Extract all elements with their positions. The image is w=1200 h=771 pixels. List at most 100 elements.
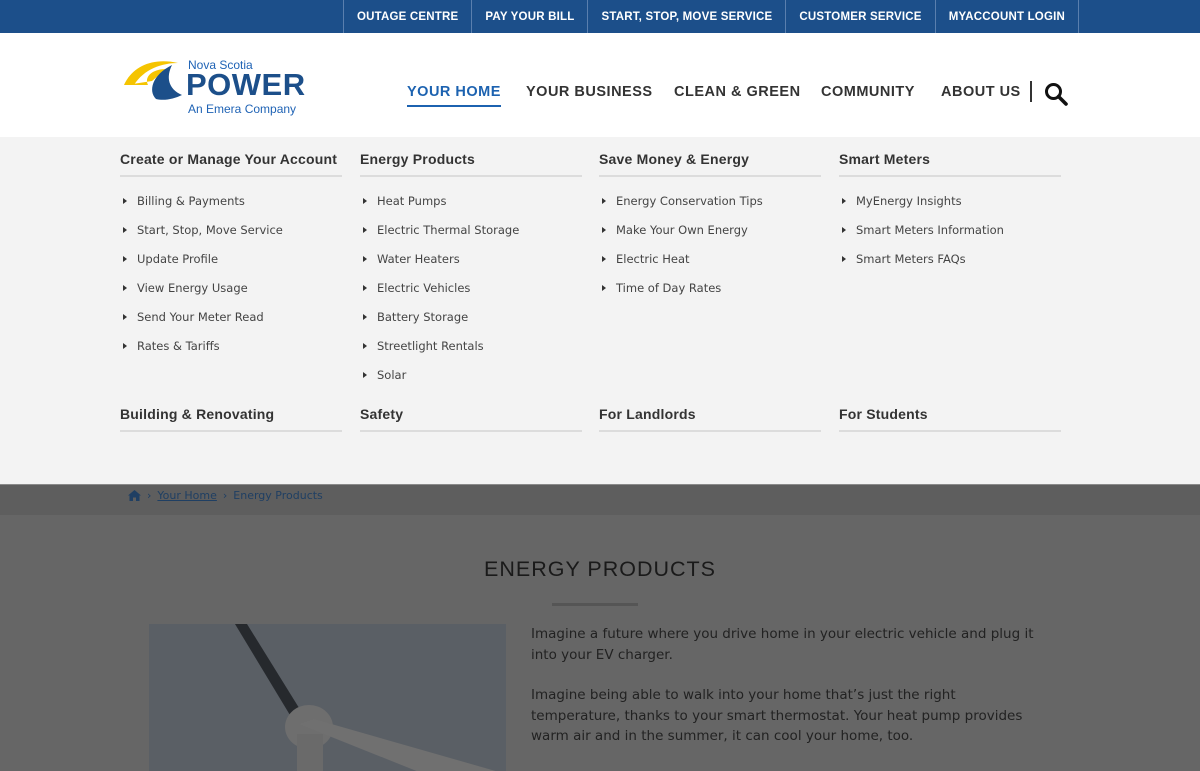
menu-link[interactable]: Start, Stop, Move Service bbox=[137, 223, 283, 237]
menu-heading-save-money[interactable]: Save Money & Energy bbox=[599, 137, 821, 177]
caret-right-icon bbox=[363, 371, 367, 378]
menu-list-save-money: Energy Conservation Tips Make Your Own E… bbox=[599, 177, 821, 303]
caret-right-icon bbox=[602, 285, 606, 292]
caret-right-icon bbox=[123, 256, 127, 263]
utility-item-myaccount-login: MYACCOUNT LOGIN bbox=[934, 0, 1079, 33]
menu-link[interactable]: Energy Conservation Tips bbox=[616, 194, 763, 208]
menu-list-energy-products: Heat Pumps Electric Thermal Storage Wate… bbox=[360, 177, 582, 389]
menu-link[interactable]: Send Your Meter Read bbox=[137, 310, 264, 324]
caret-right-icon bbox=[363, 314, 367, 320]
menu-item[interactable]: Make Your Own Energy bbox=[599, 216, 821, 245]
menu-item[interactable]: Rates & Tariffs bbox=[120, 331, 342, 360]
menu-link[interactable]: Rates & Tariffs bbox=[137, 339, 220, 353]
caret-right-icon bbox=[363, 256, 367, 263]
start-stop-move-service-link[interactable]: START, STOP, MOVE SERVICE bbox=[601, 11, 772, 23]
menu-column-students: For Students bbox=[839, 392, 1061, 432]
menu-link[interactable]: Solar bbox=[377, 368, 406, 382]
menu-item[interactable]: Solar bbox=[360, 360, 582, 389]
menu-item[interactable]: MyEnergy Insights bbox=[839, 187, 1061, 216]
myaccount-login-link[interactable]: MYACCOUNT LOGIN bbox=[949, 11, 1065, 23]
caret-right-icon bbox=[602, 256, 606, 263]
menu-heading-landlords[interactable]: For Landlords bbox=[599, 392, 821, 432]
menu-link[interactable]: Billing & Payments bbox=[137, 194, 245, 208]
menu-link[interactable]: Smart Meters FAQs bbox=[856, 252, 966, 266]
caret-right-icon bbox=[602, 198, 606, 205]
menu-link[interactable]: Make Your Own Energy bbox=[616, 223, 748, 237]
breadcrumb-your-home[interactable]: Your Home bbox=[157, 489, 216, 502]
menu-link[interactable]: Battery Storage bbox=[377, 310, 468, 324]
menu-link[interactable]: MyEnergy Insights bbox=[856, 194, 962, 208]
pay-your-bill-link[interactable]: PAY YOUR BILL bbox=[485, 11, 574, 23]
caret-right-icon bbox=[842, 256, 846, 263]
menu-item[interactable]: Battery Storage bbox=[360, 303, 582, 332]
intro-paragraph: Imagine a future where you drive home in… bbox=[531, 626, 1034, 663]
caret-right-icon bbox=[363, 342, 367, 349]
menu-link[interactable]: Time of Day Rates bbox=[616, 281, 721, 295]
mega-menu: Create or Manage Your Account Billing & … bbox=[0, 137, 1200, 484]
intro-text: Imagine a future where you drive home in… bbox=[531, 624, 1041, 767]
utility-item-customer-service: CUSTOMER SERVICE bbox=[785, 0, 934, 33]
menu-link[interactable]: Smart Meters Information bbox=[856, 223, 1004, 237]
menu-link[interactable]: Streetlight Rentals bbox=[377, 339, 484, 353]
menu-item[interactable]: Smart Meters FAQs bbox=[839, 245, 1061, 274]
wind-turbine-illustration bbox=[149, 624, 506, 771]
caret-right-icon bbox=[842, 227, 846, 234]
menu-column-smart-meters: Smart Meters MyEnergy Insights Smart Met… bbox=[839, 137, 1061, 274]
menu-item[interactable]: Send Your Meter Read bbox=[120, 303, 342, 332]
wind-turbine-image bbox=[149, 624, 506, 771]
search-icon[interactable] bbox=[1044, 82, 1068, 106]
nav-your-business[interactable]: YOUR BUSINESS bbox=[526, 84, 653, 100]
menu-heading-smart-meters[interactable]: Smart Meters bbox=[839, 137, 1061, 177]
breadcrumb: › Your Home › Energy Products bbox=[128, 489, 323, 502]
caret-right-icon bbox=[123, 227, 127, 234]
menu-list-smart-meters: MyEnergy Insights Smart Meters Informati… bbox=[839, 177, 1061, 274]
menu-item[interactable]: Streetlight Rentals bbox=[360, 331, 582, 360]
nav-clean-green[interactable]: CLEAN & GREEN bbox=[674, 84, 801, 100]
menu-item[interactable]: Update Profile bbox=[120, 245, 342, 274]
menu-link[interactable]: Electric Heat bbox=[616, 252, 690, 266]
menu-heading-energy-products[interactable]: Energy Products bbox=[360, 137, 582, 177]
menu-item[interactable]: Water Heaters bbox=[360, 245, 582, 274]
menu-item[interactable]: Energy Conservation Tips bbox=[599, 187, 821, 216]
menu-heading-building[interactable]: Building & Renovating bbox=[120, 392, 342, 432]
menu-item[interactable]: Electric Heat bbox=[599, 245, 821, 274]
menu-link[interactable]: Electric Thermal Storage bbox=[377, 223, 519, 237]
title-divider bbox=[552, 603, 638, 606]
chevron-right-icon: › bbox=[222, 489, 228, 502]
caret-right-icon bbox=[602, 227, 606, 234]
menu-link[interactable]: Update Profile bbox=[137, 252, 218, 266]
caret-right-icon bbox=[123, 198, 127, 205]
menu-item[interactable]: Smart Meters Information bbox=[839, 216, 1061, 245]
menu-item[interactable]: Billing & Payments bbox=[120, 187, 342, 216]
menu-item[interactable]: View Energy Usage bbox=[120, 274, 342, 303]
menu-item[interactable]: Heat Pumps bbox=[360, 187, 582, 216]
menu-link[interactable]: View Energy Usage bbox=[137, 281, 248, 295]
caret-right-icon bbox=[123, 342, 127, 349]
utility-links: OUTAGE CENTRE PAY YOUR BILL START, STOP,… bbox=[342, 0, 1079, 33]
caret-right-icon bbox=[363, 285, 367, 292]
menu-list-account: Billing & Payments Start, Stop, Move Ser… bbox=[120, 177, 342, 360]
menu-column-save-money: Save Money & Energy Energy Conservation … bbox=[599, 137, 821, 303]
menu-link[interactable]: Electric Vehicles bbox=[377, 281, 470, 295]
menu-item[interactable]: Electric Vehicles bbox=[360, 274, 582, 303]
menu-column-building: Building & Renovating bbox=[120, 392, 342, 432]
menu-link[interactable]: Water Heaters bbox=[377, 252, 460, 266]
caret-right-icon bbox=[123, 285, 127, 292]
customer-service-link[interactable]: CUSTOMER SERVICE bbox=[799, 11, 921, 23]
menu-heading-safety[interactable]: Safety bbox=[360, 392, 582, 432]
home-icon[interactable] bbox=[128, 490, 141, 501]
menu-column-landlords: For Landlords bbox=[599, 392, 821, 432]
menu-heading-account[interactable]: Create or Manage Your Account bbox=[120, 137, 342, 177]
nav-your-home[interactable]: YOUR HOME bbox=[407, 84, 501, 107]
menu-heading-students[interactable]: For Students bbox=[839, 392, 1061, 432]
nav-about-us[interactable]: ABOUT US bbox=[941, 84, 1021, 100]
breadcrumb-bar: › Your Home › Energy Products bbox=[0, 485, 1200, 515]
nav-community[interactable]: COMMUNITY bbox=[821, 84, 915, 100]
intro-paragraph: Imagine being able to walk into your hom… bbox=[531, 687, 1023, 744]
menu-item[interactable]: Electric Thermal Storage bbox=[360, 216, 582, 245]
outage-centre-link[interactable]: OUTAGE CENTRE bbox=[357, 11, 458, 23]
menu-item[interactable]: Start, Stop, Move Service bbox=[120, 216, 342, 245]
caret-right-icon bbox=[842, 198, 846, 205]
menu-item[interactable]: Time of Day Rates bbox=[599, 274, 821, 303]
menu-link[interactable]: Heat Pumps bbox=[377, 194, 446, 208]
